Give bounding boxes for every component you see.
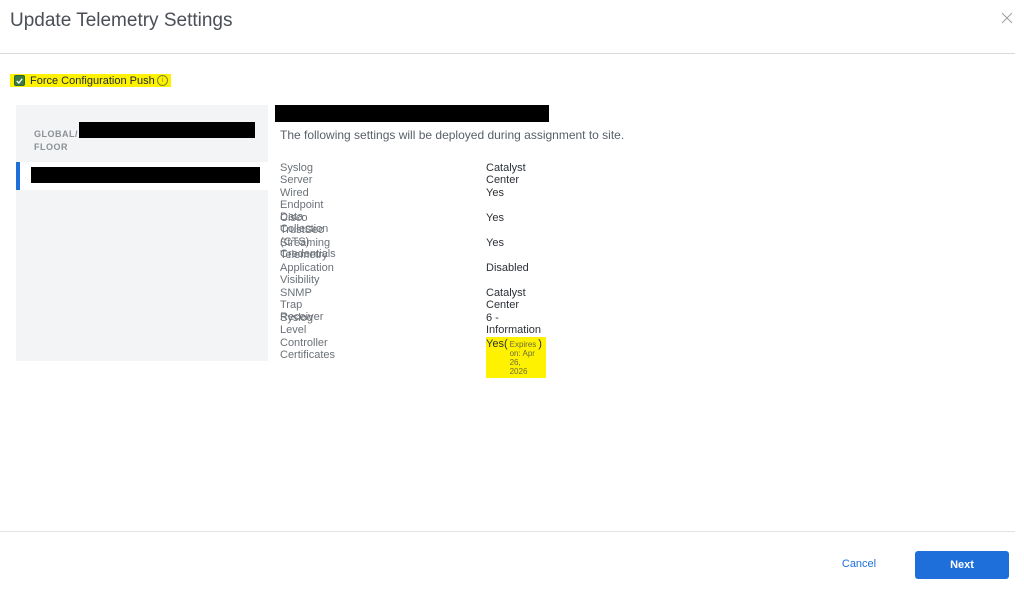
setting-value: Yes( Expires on: Apr 26, 2026 ) bbox=[486, 337, 546, 378]
setting-label: Syslog Level bbox=[280, 312, 314, 336]
selected-indicator bbox=[16, 162, 20, 190]
setting-label: Controller Certificates bbox=[280, 337, 336, 361]
checkmark-icon bbox=[16, 77, 23, 84]
breadcrumb-global: GLOBAL/ bbox=[34, 129, 78, 139]
site-hierarchy-panel: GLOBAL/ FLOOR bbox=[16, 105, 268, 361]
dialog-title: Update Telemetry Settings bbox=[10, 10, 233, 31]
setting-value: Yes bbox=[486, 212, 504, 224]
certificate-expiry: Expires on: Apr 26, 2026 bbox=[509, 340, 537, 376]
setting-label: Streaming Telemetry bbox=[280, 237, 331, 261]
close-icon[interactable] bbox=[1000, 11, 1014, 25]
next-button[interactable]: Next bbox=[915, 551, 1009, 579]
setting-value: Yes bbox=[486, 237, 504, 249]
redacted-site-path bbox=[79, 122, 255, 138]
selected-site-item[interactable] bbox=[16, 162, 268, 190]
header-divider bbox=[0, 53, 1015, 54]
certificate-close-paren: ) bbox=[538, 338, 542, 350]
certificate-value: Yes( bbox=[486, 338, 508, 350]
certificate-highlight: Yes( Expires on: Apr 26, 2026 ) bbox=[486, 337, 546, 378]
setting-value: Yes bbox=[486, 187, 504, 199]
settings-intro-text: The following settings will be deployed … bbox=[280, 128, 625, 142]
info-icon[interactable]: i bbox=[156, 75, 168, 86]
force-push-checkbox[interactable] bbox=[14, 75, 25, 86]
cancel-button[interactable]: Cancel bbox=[826, 551, 892, 577]
redacted-heading bbox=[275, 105, 549, 122]
force-configuration-push[interactable]: Force Configuration Push i bbox=[10, 74, 171, 87]
update-telemetry-dialog: Update Telemetry Settings Force Configur… bbox=[0, 0, 1024, 593]
force-push-label: Force Configuration Push bbox=[30, 74, 155, 87]
breadcrumb-floor: FLOOR bbox=[34, 142, 68, 152]
footer-divider bbox=[0, 531, 1015, 532]
redacted-site-name bbox=[31, 167, 260, 183]
setting-value: Catalyst Center bbox=[486, 162, 526, 186]
setting-value: Disabled bbox=[486, 262, 529, 274]
setting-label: Syslog Server bbox=[280, 162, 314, 186]
setting-label: Application Visibility bbox=[280, 262, 334, 286]
setting-value: Catalyst Center bbox=[486, 287, 526, 311]
